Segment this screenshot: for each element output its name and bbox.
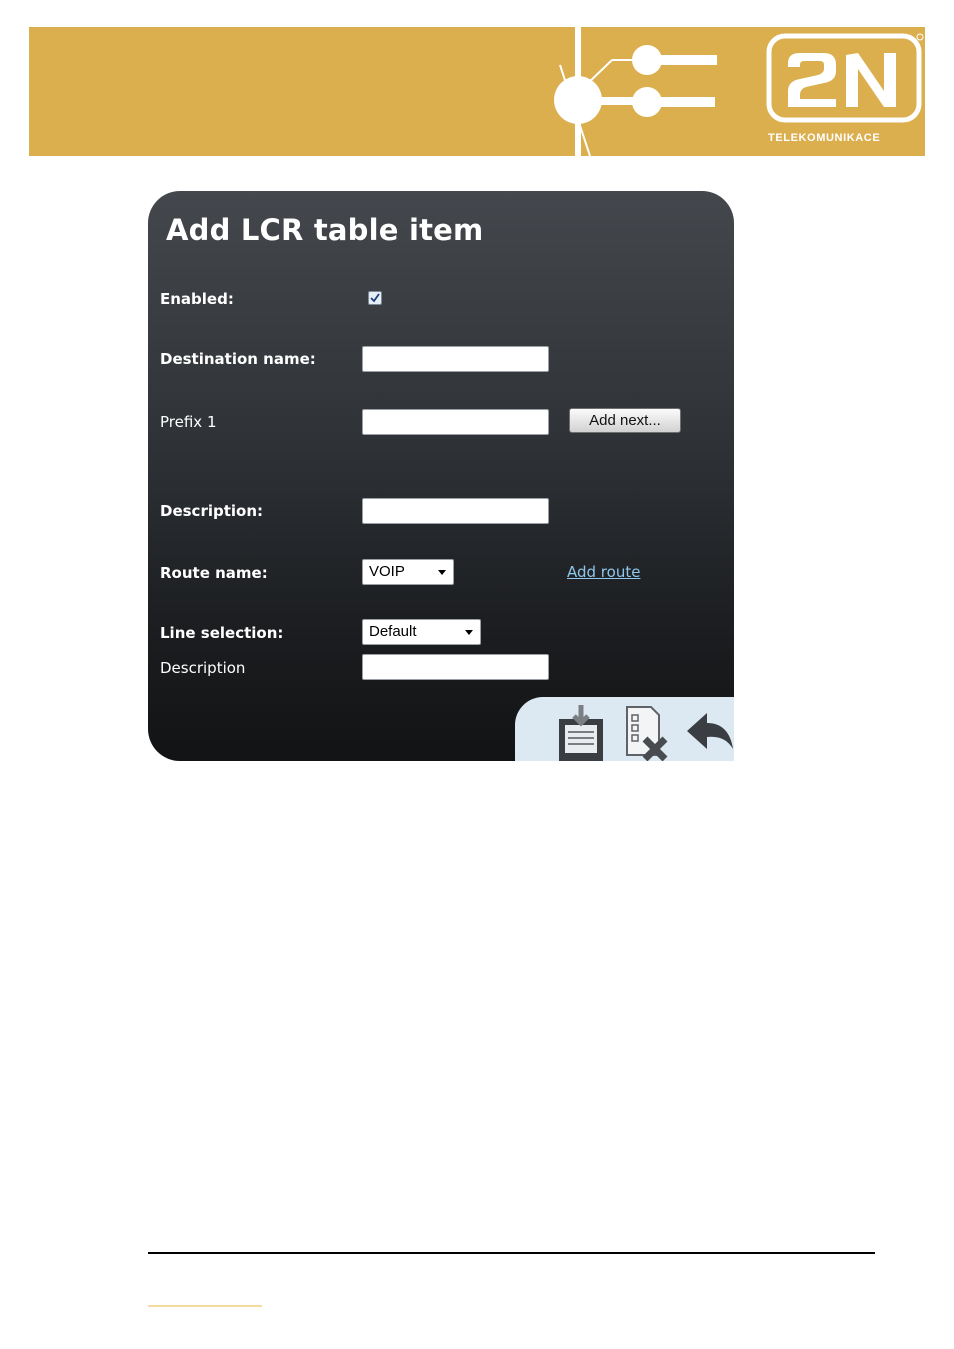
save-icon[interactable]	[555, 705, 607, 761]
route-name-select[interactable]: VOIP	[362, 559, 454, 585]
chevron-down-icon	[465, 630, 473, 635]
dialog-title: Add LCR table item	[166, 213, 484, 247]
header-banner: TELEKOMUNIKACE	[29, 27, 925, 156]
route-name-selected: VOIP	[369, 563, 405, 580]
add-lcr-dialog: Add LCR table item Enabled: Destination …	[148, 191, 734, 761]
description-input[interactable]	[362, 498, 549, 524]
checkmark-icon	[370, 293, 380, 303]
2n-logo: TELEKOMUNIKACE	[766, 33, 924, 144]
delete-icon[interactable]	[623, 705, 671, 761]
line-selection-select[interactable]: Default	[362, 619, 481, 645]
add-route-link[interactable]: Add route	[567, 563, 640, 581]
footer-accent-line	[148, 1305, 262, 1307]
line-selection-selected: Default	[369, 623, 417, 640]
route-name-label: Route name:	[160, 564, 268, 582]
enabled-label: Enabled:	[160, 290, 234, 308]
line-selection-label: Line selection:	[160, 624, 284, 642]
back-icon[interactable]	[685, 709, 734, 753]
destination-name-input[interactable]	[362, 346, 549, 372]
add-next-button[interactable]: Add next...	[569, 408, 681, 433]
description-label: Description:	[160, 502, 264, 520]
logo-subtitle: TELEKOMUNIKACE	[768, 132, 880, 144]
prefix-label: Prefix 1	[160, 413, 217, 431]
enabled-checkbox[interactable]	[368, 291, 382, 305]
chevron-down-icon	[438, 570, 446, 575]
line-description-label: Description	[160, 659, 246, 677]
destination-name-label: Destination name:	[160, 350, 316, 368]
dialog-toolbar	[515, 697, 734, 761]
prefix-input[interactable]	[362, 409, 549, 435]
footer-rule	[148, 1252, 875, 1254]
line-description-input[interactable]	[362, 654, 549, 680]
